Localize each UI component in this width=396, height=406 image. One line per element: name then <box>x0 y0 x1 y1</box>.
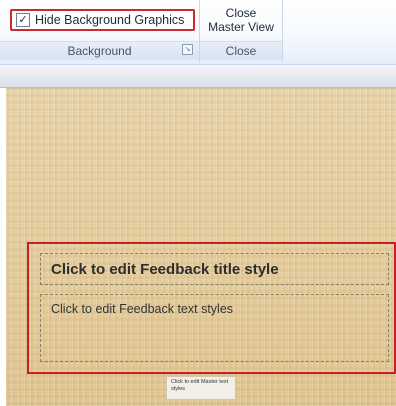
body-placeholder-text: Click to edit Feedback text styles <box>51 302 234 316</box>
ribbon: ✓ Hide Background Graphics Background ↘ … <box>0 0 396 65</box>
title-placeholder[interactable]: Click to edit Feedback title style <box>40 253 389 285</box>
close-group: Close Master View Close <box>200 0 283 62</box>
hide-background-graphics-checkbox[interactable]: ✓ Hide Background Graphics <box>10 9 195 31</box>
footer-placeholder-text: Click to edit Master text styles <box>171 379 229 392</box>
background-group: ✓ Hide Background Graphics Background ↘ <box>0 0 200 62</box>
checkbox-check-icon[interactable]: ✓ <box>16 13 30 27</box>
close-master-view-button[interactable]: Close Master View <box>200 6 282 34</box>
background-group-label: Background ↘ <box>0 41 199 60</box>
dialog-launcher-icon[interactable]: ↘ <box>182 44 193 55</box>
ruler-strip <box>0 65 396 88</box>
slide-canvas[interactable]: Click to edit Feedback title style Click… <box>6 88 396 406</box>
close-master-view-line2: Master View <box>208 20 274 34</box>
close-group-label: Close <box>200 41 282 60</box>
hide-background-graphics-label: Hide Background Graphics <box>35 13 185 27</box>
background-group-label-text: Background <box>67 44 132 58</box>
footer-placeholder[interactable]: Click to edit Master text styles <box>166 376 236 400</box>
body-placeholder[interactable]: Click to edit Feedback text styles <box>40 294 389 362</box>
close-master-view-line1: Close <box>225 6 257 20</box>
title-placeholder-text: Click to edit Feedback title style <box>51 260 279 278</box>
